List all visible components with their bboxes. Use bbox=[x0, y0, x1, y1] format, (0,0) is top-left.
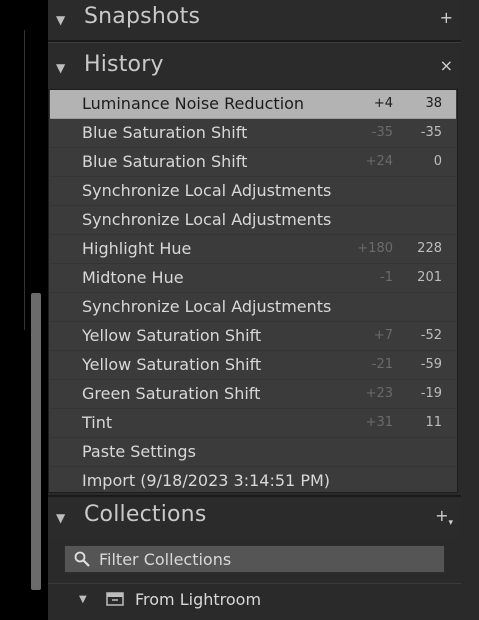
history-step-value: -52 bbox=[420, 328, 442, 343]
history-step-name: Synchronize Local Adjustments bbox=[82, 297, 332, 316]
history-row[interactable]: Import (9/18/2023 3:14:51 PM) bbox=[50, 467, 456, 496]
snapshots-title: Snapshots bbox=[84, 4, 201, 29]
history-row[interactable]: Synchronize Local Adjustments bbox=[50, 293, 456, 322]
history-step-value: 228 bbox=[417, 241, 442, 256]
section-divider bbox=[48, 42, 461, 43]
panel-scroll-gutter bbox=[461, 0, 479, 620]
history-step-value: -59 bbox=[420, 357, 442, 372]
history-header[interactable]: ▼ History × bbox=[48, 48, 461, 88]
collapse-triangle-icon[interactable]: ▼ bbox=[56, 61, 65, 75]
history-step-delta: +180 bbox=[357, 241, 393, 256]
history-row[interactable]: Blue Saturation Shift +24 0 bbox=[50, 148, 456, 177]
history-step-name: Luminance Noise Reduction bbox=[82, 94, 305, 113]
history-step-delta: +23 bbox=[365, 386, 393, 401]
clear-history-icon[interactable]: × bbox=[440, 56, 453, 75]
history-step-delta: +24 bbox=[365, 154, 393, 169]
history-step-name: Tint bbox=[82, 413, 113, 432]
history-step-name: Blue Saturation Shift bbox=[82, 123, 248, 142]
filter-collections-input[interactable]: Filter Collections bbox=[64, 545, 445, 573]
history-row[interactable]: Green Saturation Shift +23 -19 bbox=[50, 380, 456, 409]
history-step-name: Blue Saturation Shift bbox=[82, 152, 248, 171]
collections-header[interactable]: ▼ Collections +▾ bbox=[48, 498, 461, 538]
history-step-value: 201 bbox=[417, 270, 442, 285]
collection-set-icon bbox=[106, 592, 124, 606]
history-step-delta: +7 bbox=[373, 328, 393, 343]
left-panel-scrollbar[interactable] bbox=[31, 293, 41, 590]
filter-placeholder: Filter Collections bbox=[99, 550, 232, 569]
history-step-name: Midtone Hue bbox=[82, 268, 184, 287]
history-step-name: Yellow Saturation Shift bbox=[82, 326, 262, 345]
history-list: Luminance Noise Reduction +4 38 Blue Satura… bbox=[48, 89, 458, 496]
history-step-name: Paste Settings bbox=[82, 442, 196, 461]
history-step-name: Yellow Saturation Shift bbox=[82, 355, 262, 374]
history-row[interactable]: Midtone Hue -1 201 bbox=[50, 264, 456, 293]
history-row[interactable]: Luminance Noise Reduction +4 38 bbox=[50, 90, 456, 119]
history-row[interactable]: Highlight Hue +180 228 bbox=[50, 235, 456, 264]
snapshots-header[interactable]: ▼ Snapshots + bbox=[48, 0, 461, 40]
history-row[interactable]: Yellow Saturation Shift -21 -59 bbox=[50, 351, 456, 380]
search-icon bbox=[74, 551, 90, 567]
section-divider bbox=[48, 583, 461, 584]
collection-set-label: From Lightroom bbox=[135, 590, 262, 609]
history-step-value: -19 bbox=[420, 386, 442, 401]
history-step-name: Highlight Hue bbox=[82, 239, 192, 258]
section-divider bbox=[48, 495, 461, 497]
collapse-triangle-icon[interactable]: ▼ bbox=[56, 13, 65, 27]
history-row[interactable]: Synchronize Local Adjustments bbox=[50, 206, 456, 235]
expand-triangle-icon[interactable]: ▼ bbox=[79, 594, 87, 605]
history-title: History bbox=[84, 52, 164, 77]
add-snapshot-icon[interactable]: + bbox=[440, 8, 453, 27]
left-divider bbox=[24, 30, 25, 330]
history-row[interactable]: Blue Saturation Shift -35 -35 bbox=[50, 119, 456, 148]
history-step-delta: -35 bbox=[371, 125, 393, 140]
history-row[interactable]: Yellow Saturation Shift +7 -52 bbox=[50, 322, 456, 351]
history-step-value: 0 bbox=[433, 154, 442, 169]
history-step-delta: -21 bbox=[371, 357, 393, 372]
history-step-name: Import (9/18/2023 3:14:51 PM) bbox=[82, 471, 331, 490]
history-step-value: 11 bbox=[425, 415, 442, 430]
history-step-value: -35 bbox=[420, 125, 442, 140]
history-row[interactable]: Paste Settings bbox=[50, 438, 456, 467]
history-step-delta: -1 bbox=[380, 270, 393, 285]
add-collection-icon[interactable]: +▾ bbox=[435, 506, 453, 528]
history-row[interactable]: Tint +31 11 bbox=[50, 409, 456, 438]
history-step-value: 38 bbox=[425, 96, 442, 111]
history-step-name: Synchronize Local Adjustments bbox=[82, 210, 332, 229]
collection-set-row[interactable]: ▼ From Lightroom bbox=[48, 587, 461, 617]
history-step-delta: +31 bbox=[365, 415, 393, 430]
collapse-triangle-icon[interactable]: ▼ bbox=[56, 511, 65, 525]
history-row[interactable]: Synchronize Local Adjustments bbox=[50, 177, 456, 206]
history-step-name: Green Saturation Shift bbox=[82, 384, 261, 403]
history-step-name: Synchronize Local Adjustments bbox=[82, 181, 332, 200]
history-step-delta: +4 bbox=[373, 96, 393, 111]
collections-title: Collections bbox=[84, 502, 207, 527]
